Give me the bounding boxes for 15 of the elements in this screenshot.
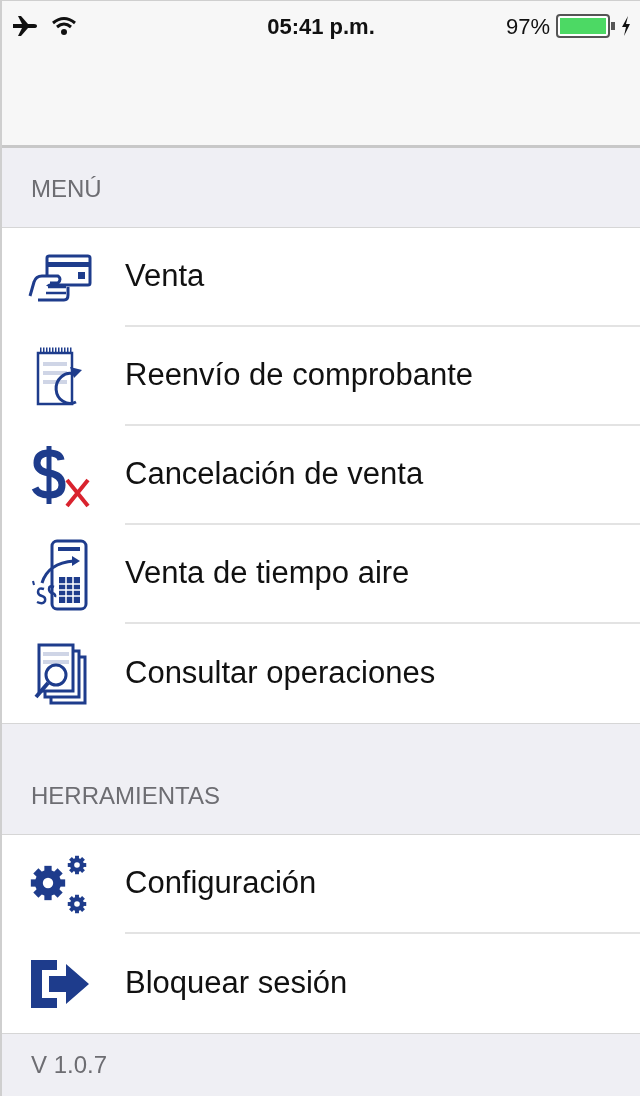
- document-refresh-icon: [36, 345, 84, 408]
- charging-bolt-icon: [622, 16, 630, 36]
- airplane-icon: [12, 15, 38, 37]
- status-time: 05:41 p.m.: [267, 12, 375, 41]
- dollar-cross-icon: [30, 443, 90, 508]
- battery-icon: [556, 14, 616, 38]
- phone-dollar-icon: [30, 538, 90, 611]
- section-title: HERRAMIENTAS: [31, 781, 220, 811]
- version-label: V 1.0.7: [31, 1050, 108, 1080]
- logout-icon: [29, 957, 91, 1010]
- battery-percent: 97%: [505, 12, 550, 41]
- documents-magnifier-icon: [32, 641, 88, 706]
- hand-card-icon: [28, 253, 92, 302]
- wifi-icon: [52, 16, 76, 36]
- section-title: MENÚ: [31, 174, 102, 204]
